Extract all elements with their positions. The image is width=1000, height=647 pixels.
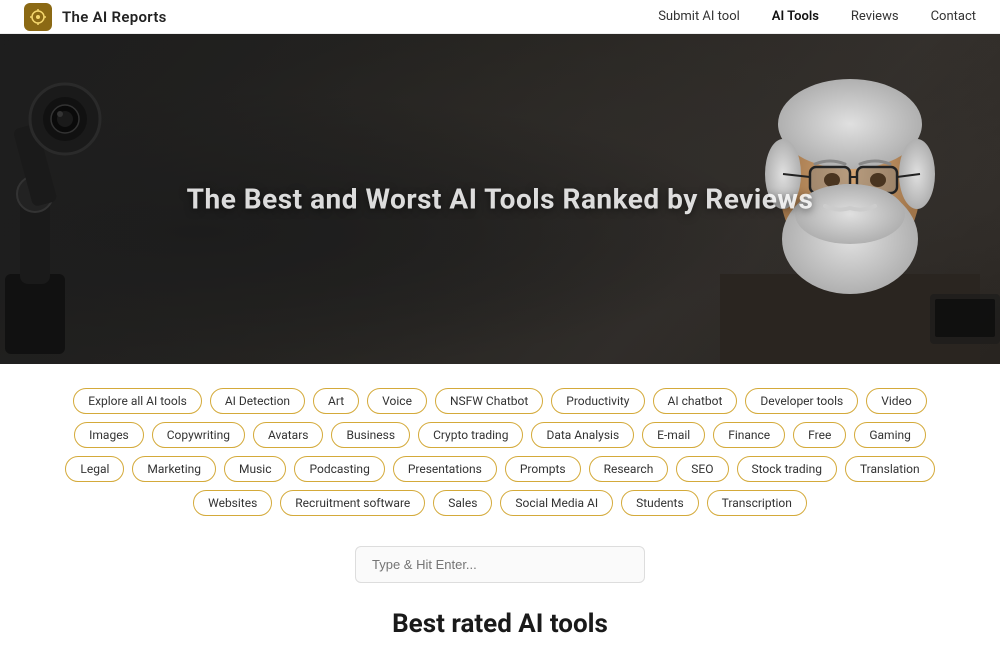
filter-tag-stock-trading[interactable]: Stock trading xyxy=(737,456,837,482)
nav-link-submit-ai-tool[interactable]: Submit AI tool xyxy=(658,9,740,24)
filter-tag-crypto-trading[interactable]: Crypto trading xyxy=(418,422,523,448)
filter-tag-free[interactable]: Free xyxy=(793,422,846,448)
filter-tag-transcription[interactable]: Transcription xyxy=(707,490,807,516)
filter-tag-e-mail[interactable]: E-mail xyxy=(642,422,705,448)
nav-link-contact[interactable]: Contact xyxy=(931,9,976,24)
filter-tag-websites[interactable]: Websites xyxy=(193,490,272,516)
filter-tag-podcasting[interactable]: Podcasting xyxy=(294,456,384,482)
filter-section: Explore all AI tools AI Detection Art Voice… xyxy=(0,364,1000,532)
filter-tag-seo[interactable]: SEO xyxy=(676,456,728,482)
filter-tag-nsfw-chatbot[interactable]: NSFW Chatbot xyxy=(435,388,543,414)
filter-tag-voice[interactable]: Voice xyxy=(367,388,427,414)
filter-tag-business[interactable]: Business xyxy=(331,422,410,448)
filter-tag-ai-detection[interactable]: AI Detection xyxy=(210,388,305,414)
filter-tag-students[interactable]: Students xyxy=(621,490,699,516)
search-input[interactable] xyxy=(355,546,645,583)
filter-tag-gaming[interactable]: Gaming xyxy=(854,422,926,448)
filter-tag-productivity[interactable]: Productivity xyxy=(551,388,644,414)
robot-arm-decoration xyxy=(0,74,185,364)
best-rated-title: Best rated AI tools xyxy=(0,609,1000,639)
hero-section: The Best and Worst AI Tools Ranked by Re… xyxy=(0,34,1000,364)
brand-title: The AI Reports xyxy=(62,8,167,26)
navbar: The AI Reports Submit AI tool AI Tools Rev… xyxy=(0,0,1000,34)
filter-tag-research[interactable]: Research xyxy=(589,456,669,482)
nav-link-ai-tools[interactable]: AI Tools xyxy=(772,9,819,24)
filter-tag-art[interactable]: Art xyxy=(313,388,359,414)
filter-tag-sales[interactable]: Sales xyxy=(433,490,492,516)
filter-tag-marketing[interactable]: Marketing xyxy=(132,456,216,482)
filter-tag-recruitment-software[interactable]: Recruitment software xyxy=(280,490,425,516)
brand: The AI Reports xyxy=(24,3,167,31)
hero-title: The Best and Worst AI Tools Ranked by Re… xyxy=(187,183,814,216)
filter-tag-translation[interactable]: Translation xyxy=(845,456,935,482)
brand-logo xyxy=(24,3,52,31)
best-rated-section: Best rated AI tools xyxy=(0,593,1000,647)
hero-text: The Best and Worst AI Tools Ranked by Re… xyxy=(187,183,814,216)
nav-links: Submit AI tool AI Tools Reviews Contact xyxy=(658,9,976,24)
filter-tags: Explore all AI tools AI Detection Art Voice… xyxy=(60,388,940,516)
nav-link-reviews[interactable]: Reviews xyxy=(851,9,899,24)
filter-tag-finance[interactable]: Finance xyxy=(713,422,785,448)
filter-tag-data-analysis[interactable]: Data Analysis xyxy=(531,422,634,448)
filter-tag-video[interactable]: Video xyxy=(866,388,927,414)
filter-tag-prompts[interactable]: Prompts xyxy=(505,456,581,482)
filter-tag-music[interactable]: Music xyxy=(224,456,286,482)
filter-tag-avatars[interactable]: Avatars xyxy=(253,422,324,448)
filter-tag-ai-chatbot[interactable]: AI chatbot xyxy=(653,388,738,414)
filter-tag-presentations[interactable]: Presentations xyxy=(393,456,497,482)
filter-tag-images[interactable]: Images xyxy=(74,422,144,448)
filter-tag-social-media-ai[interactable]: Social Media AI xyxy=(500,490,613,516)
filter-tag-copywriting[interactable]: Copywriting xyxy=(152,422,245,448)
filter-tag-developer-tools[interactable]: Developer tools xyxy=(745,388,858,414)
filter-tag-legal[interactable]: Legal xyxy=(65,456,124,482)
filter-tag-explore-all-ai-tools[interactable]: Explore all AI tools xyxy=(73,388,202,414)
